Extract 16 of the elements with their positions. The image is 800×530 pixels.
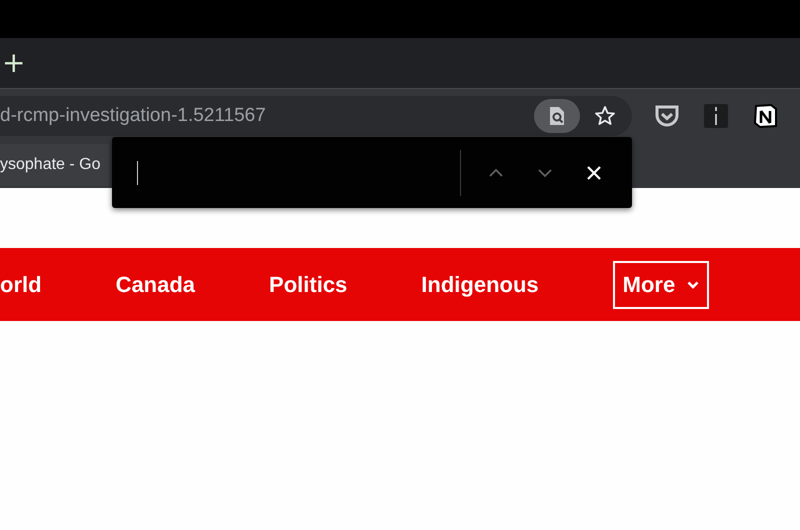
find-in-page-icon [548, 106, 566, 126]
extension-button[interactable] [702, 102, 730, 130]
address-bar[interactable]: d-rcmp-investigation-1.5211567 [0, 96, 632, 136]
new-tab-button[interactable]: + [0, 49, 28, 77]
more-menu-button[interactable]: More [612, 260, 710, 308]
text-cursor [137, 160, 138, 184]
find-in-page-button[interactable] [534, 98, 580, 132]
url-text: d-rcmp-investigation-1.5211567 [0, 104, 267, 126]
nav-link[interactable]: orld [0, 272, 42, 298]
nav-link[interactable]: Politics [269, 272, 348, 298]
nav-link[interactable]: Indigenous [421, 272, 539, 298]
bookmark-item[interactable]: ysophate - Go [0, 144, 108, 186]
nav-link[interactable]: Canada [116, 272, 196, 298]
star-icon [594, 104, 616, 126]
chevron-down-icon [687, 280, 700, 288]
close-icon [586, 164, 602, 180]
